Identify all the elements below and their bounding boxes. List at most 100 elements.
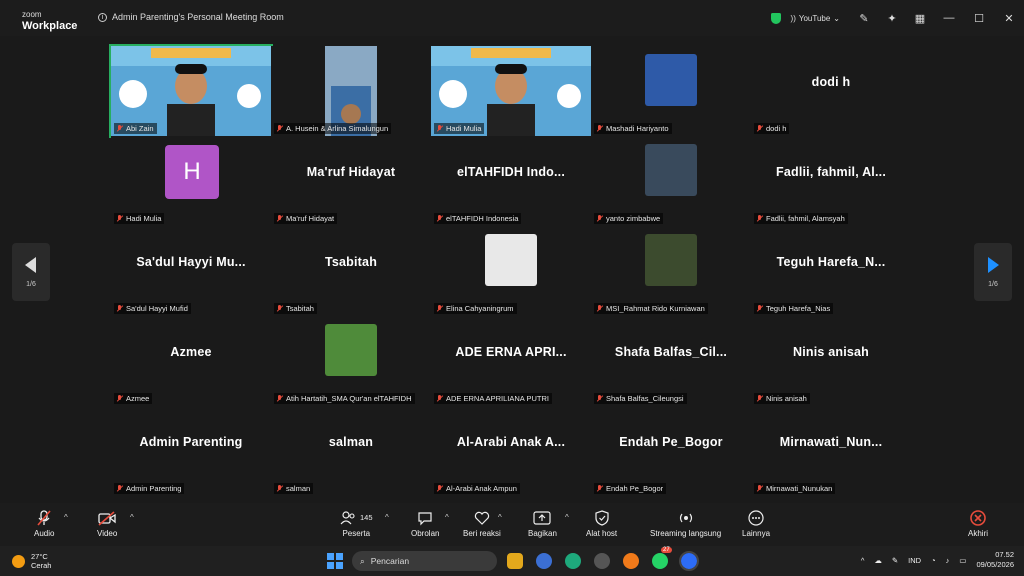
participant-display-name: salman <box>328 435 374 449</box>
volume-icon[interactable]: ♪ <box>946 556 950 565</box>
participant-name-label: Mirnawati_Nunukan <box>754 483 836 494</box>
end-meeting-button[interactable]: Akhiri <box>968 509 988 538</box>
participant-name-label: Ma'ruf Hidayat <box>274 213 338 224</box>
participant-display-name: ADE ERNA APRI... <box>455 345 567 359</box>
participant-tile[interactable]: salman salman <box>271 406 431 496</box>
zoom-app-icon[interactable] <box>679 551 699 571</box>
encryption-shield-icon[interactable] <box>770 12 781 24</box>
chat-button[interactable]: Obrolan <box>411 509 439 538</box>
share-options-caret[interactable]: ^ <box>565 513 569 522</box>
minimize-icon[interactable]: — <box>934 0 964 36</box>
battery-icon[interactable]: ▭ <box>959 556 966 565</box>
settings-gear-icon[interactable] <box>594 553 610 569</box>
mic-muted-icon <box>756 124 763 133</box>
mic-muted-icon <box>596 214 603 223</box>
onedrive-icon[interactable]: ☁ <box>874 556 882 565</box>
participant-name: Ninis anisah <box>766 394 807 403</box>
meeting-title[interactable]: i Admin Parenting's Personal Meeting Roo… <box>98 12 284 22</box>
annotate-pen-icon[interactable]: ✎ <box>850 0 878 36</box>
participant-tile[interactable]: yanto zimbabwe <box>591 136 751 226</box>
host-tools-button[interactable]: Alat host <box>586 509 617 538</box>
participant-tile[interactable]: Mashadi Hariyanto <box>591 46 751 136</box>
mic-muted-icon <box>596 394 603 403</box>
participant-tile[interactable]: Elina Cahyaningrum <box>431 226 591 316</box>
participant-tile[interactable]: Admin Parenting Admin Parenting <box>111 406 271 496</box>
participant-name-label: elTAHFIDH Indonesia <box>434 213 522 224</box>
participant-tile[interactable]: Al-Arabi Anak A... Al-Arabi Anak Ampun <box>431 406 591 496</box>
sun-icon <box>12 554 25 568</box>
clock[interactable]: 07.52 09/05/2026 <box>976 550 1014 570</box>
chevron-down-icon: ⌄ <box>833 13 840 23</box>
wifi-icon[interactable]: ◔ <box>931 556 936 565</box>
edge-icon[interactable] <box>565 553 581 569</box>
participant-name-label: MSI_Rahmat Rido Kurniawan <box>594 303 708 314</box>
weather-condition: Cerah <box>31 561 52 570</box>
participant-tile[interactable]: Ninis anisah Ninis anisah <box>751 316 911 406</box>
reactions-options-caret[interactable]: ^ <box>498 513 502 522</box>
weather-widget[interactable]: 27°C Cerah <box>12 552 51 570</box>
language-indicator[interactable]: IND <box>908 556 921 565</box>
youtube-stream-button[interactable]: )) YouTube ⌄ <box>791 14 840 23</box>
participant-tile[interactable]: elTAHFIDH Indo... elTAHFIDH Indonesia <box>431 136 591 226</box>
participant-tile[interactable]: Fadlii, fahmil, Al... Fadlii, fahmil, Ala… <box>751 136 911 226</box>
reactions-button[interactable]: Beri reaksi <box>463 509 501 538</box>
participant-name: dodi h <box>766 124 787 133</box>
chat-options-caret[interactable]: ^ <box>445 513 449 522</box>
participant-tile[interactable]: Sa'dul Hayyi Mu... Sa'dul Hayyi Mufid <box>111 226 271 316</box>
audio-label: Audio <box>34 529 55 538</box>
audio-options-caret[interactable]: ^ <box>64 513 68 522</box>
participant-tile[interactable]: Mirnawati_Nun... Mirnawati_Nunukan <box>751 406 911 496</box>
participant-tile[interactable]: Endah Pe_Bogor Endah Pe_Bogor <box>591 406 751 496</box>
participant-tile[interactable]: Abi Zain <box>109 44 273 138</box>
participant-display-name: dodi h <box>811 75 851 89</box>
ai-sparkle-icon[interactable]: ✦ <box>878 0 906 36</box>
more-button[interactable]: Lainnya <box>742 509 770 538</box>
participant-name-label: salman <box>274 483 314 494</box>
info-icon[interactable]: i <box>98 12 107 22</box>
video-options-caret[interactable]: ^ <box>130 513 134 522</box>
mic-muted-icon <box>756 484 763 493</box>
video-button[interactable]: Video <box>97 509 117 538</box>
taskbar-search[interactable]: ⌕ Pencarian <box>352 551 497 571</box>
participant-tile[interactable]: H Hadi Mulia <box>111 136 271 226</box>
view-grid-icon[interactable]: ▦ <box>906 0 934 36</box>
participant-name-label: Azmee <box>114 393 153 404</box>
windows-start-icon[interactable] <box>327 553 343 569</box>
participant-tile[interactable]: Azmee Azmee <box>111 316 271 406</box>
share-screen-icon <box>533 509 552 526</box>
participants-button[interactable]: 145 Peserta <box>340 509 373 538</box>
participant-tile[interactable]: Tsabitah Tsabitah <box>271 226 431 316</box>
participant-tile[interactable]: Ma'ruf Hidayat Ma'ruf Hidayat <box>271 136 431 226</box>
participant-tile[interactable]: Teguh Harefa_N... Teguh Harefa_Nias <box>751 226 911 316</box>
participant-tile[interactable]: dodi h dodi h <box>751 46 911 136</box>
clock-time: 07.52 <box>995 550 1014 559</box>
participant-display-name: elTAHFIDH Indo... <box>456 165 566 179</box>
participant-tile[interactable]: Shafa Balfas_Cil... Shafa Balfas_Cileungs… <box>591 316 751 406</box>
video-off-icon <box>98 509 116 526</box>
participant-tile[interactable]: MSI_Rahmat Rido Kurniawan <box>591 226 751 316</box>
file-explorer-icon[interactable] <box>507 553 523 569</box>
participant-tile[interactable]: Atih Hartatih_SMA Qur'an elTAHFIDH <box>271 316 431 406</box>
pen-tray-icon[interactable]: ✎ <box>892 556 898 565</box>
temperature: 27°C <box>31 552 48 561</box>
participant-display-name: Endah Pe_Bogor <box>619 435 723 449</box>
maximize-icon[interactable]: ☐ <box>964 0 994 36</box>
participant-tile[interactable]: ADE ERNA APRI... ADE ERNA APRILIANA PUTRI <box>431 316 591 406</box>
participant-name-label: A. Husein & Arlina Simalungun <box>274 123 392 134</box>
mic-muted-icon <box>276 394 283 403</box>
firefox-icon[interactable] <box>623 553 639 569</box>
next-page-button[interactable]: 1/6 <box>974 243 1012 301</box>
participants-options-caret[interactable]: ^ <box>385 513 389 522</box>
whatsapp-icon[interactable]: 27 <box>652 547 672 569</box>
participant-tile[interactable]: A. Husein & Arlina Simalungun <box>271 46 431 136</box>
copilot-icon[interactable] <box>536 553 552 569</box>
participant-photo <box>645 54 697 106</box>
live-streaming-button[interactable]: Streaming langsung <box>650 509 721 538</box>
tray-overflow-chevron-icon[interactable]: ^ <box>861 556 865 565</box>
audio-button[interactable]: Audio <box>34 509 54 538</box>
mic-muted-icon <box>436 124 443 133</box>
share-button[interactable]: Bagikan <box>528 509 557 538</box>
prev-page-button[interactable]: 1/6 <box>12 243 50 301</box>
participant-tile[interactable]: Hadi Mulia <box>431 46 591 136</box>
close-icon[interactable]: ✕ <box>994 0 1024 36</box>
